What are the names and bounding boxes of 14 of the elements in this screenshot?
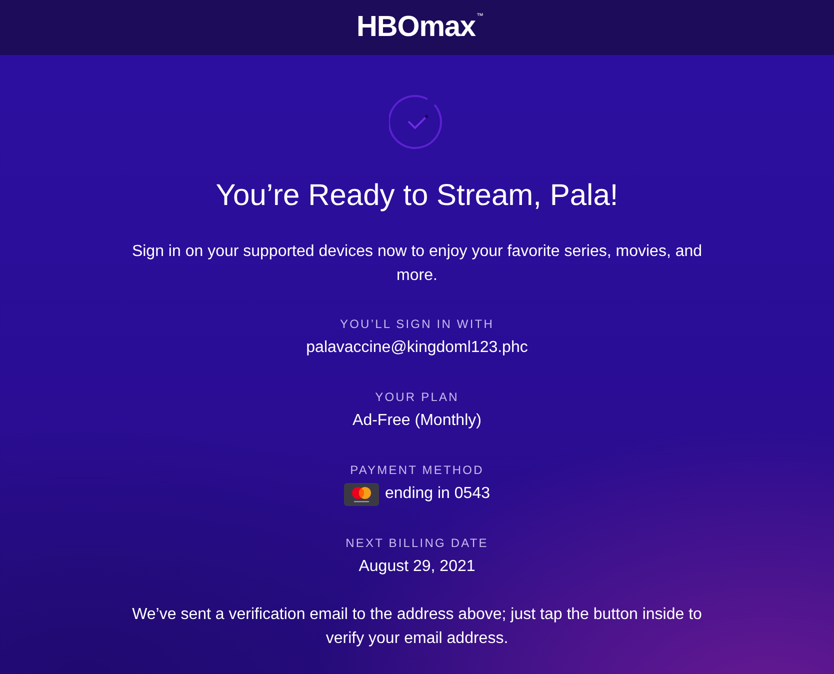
field-value: palavaccine@kingdoml123.phc	[306, 338, 528, 358]
payment-card-icon	[344, 482, 379, 506]
page-title: You’re Ready to Stream, Pala!	[216, 178, 618, 214]
verification-note: We’ve sent a verification email to the address above; just tap the button inside to verify your email address.	[131, 605, 703, 649]
intro-paragraph: Sign in on your supported devices now to enjoy your favorite series, movies, and more.	[130, 242, 704, 286]
field-label: NEXT BILLING DATE	[346, 535, 488, 551]
payment-detail: ending in 0543	[385, 484, 490, 504]
field-label: YOUR PLAN	[375, 389, 459, 405]
check-circle-icon	[389, 95, 445, 151]
field-value: Ad-Free (Monthly)	[352, 411, 482, 431]
field-label: PAYMENT METHOD	[350, 462, 484, 478]
field-label: YOU’LL SIGN IN WITH	[340, 316, 494, 332]
field-value: August 29, 2021	[358, 557, 476, 577]
brand-logo: HBOmax	[356, 13, 476, 42]
